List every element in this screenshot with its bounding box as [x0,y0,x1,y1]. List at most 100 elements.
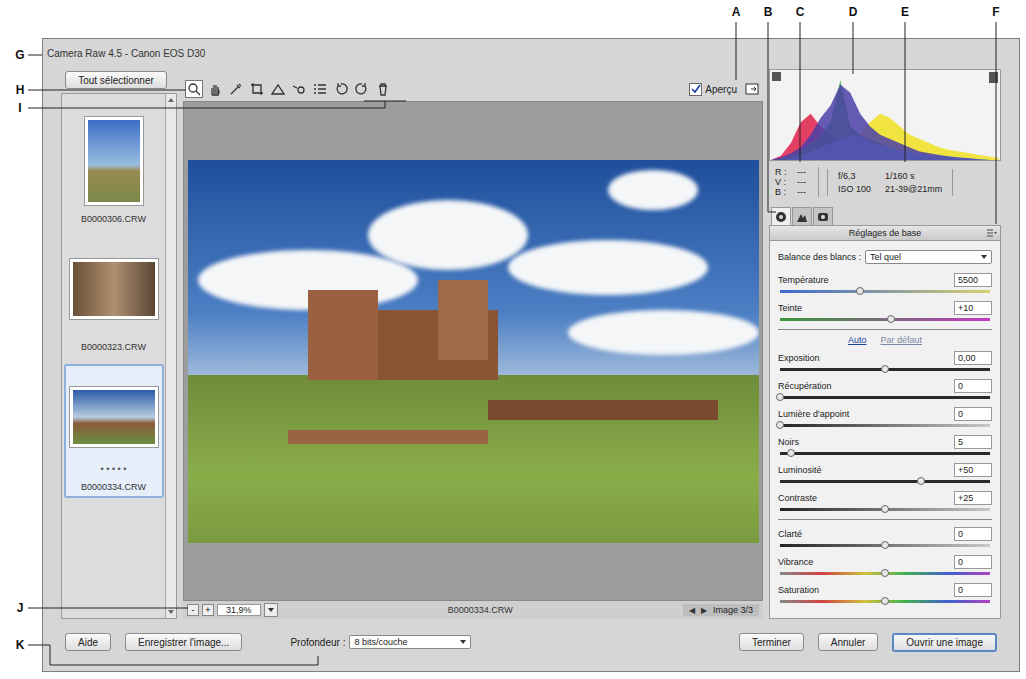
slider-value[interactable]: 0 [954,527,992,541]
slider-track[interactable] [780,572,990,575]
scrollbar[interactable] [165,94,176,618]
tool-button[interactable] [269,80,287,98]
select-all-button[interactable]: Tout sélectionner [65,71,167,89]
eyedropper-icon[interactable] [229,82,243,96]
depth-dropdown[interactable]: 8 bits/couche [349,635,471,649]
slider-value[interactable]: +25 [954,491,992,505]
open-image-button[interactable]: Ouvrir une image [892,633,997,652]
slider-value[interactable]: 5 [954,435,992,449]
thumbnail[interactable] [70,259,158,319]
thumbnail[interactable] [85,117,143,205]
tool-button[interactable] [374,80,392,98]
tool-button[interactable] [248,80,266,98]
zoom-out-button[interactable]: - [187,604,199,616]
slider-thumb[interactable] [881,569,889,577]
slider-thumb[interactable] [776,393,784,401]
panel-tab[interactable] [813,207,833,225]
default-link[interactable]: Par défaut [880,335,922,345]
panel-menu-icon[interactable] [987,229,997,237]
slider-row: Récupération0 [778,375,992,403]
tool-button[interactable] [206,80,224,98]
slider-row: Contraste+25 [778,487,992,515]
callout: A [732,5,741,80]
zoom-field[interactable]: 31,9% [217,604,261,616]
slider-track[interactable] [780,508,990,511]
zoom-dropdown[interactable] [264,603,278,617]
slider-value[interactable]: 0,00 [954,351,992,365]
next-button[interactable]: ▶ [701,606,707,615]
tool-button[interactable] [353,80,371,98]
slider-track[interactable] [780,368,990,371]
scroll-up-icon[interactable] [168,98,174,102]
tool-button[interactable] [227,80,245,98]
panel-tab[interactable] [771,207,791,225]
slider-value[interactable]: 0 [954,379,992,393]
white-balance-dropdown[interactable]: Tel quel [865,250,992,264]
slider-value[interactable]: 0 [954,555,992,569]
slider-track[interactable] [780,318,990,321]
filmstrip-item[interactable]: • • • • • B0000334.CRW [64,364,164,498]
slider-thumb[interactable] [881,541,889,549]
preview-label[interactable]: Aperçu [705,84,737,95]
tool-button[interactable] [332,80,350,98]
slider-track[interactable] [780,424,990,427]
preview-checkbox[interactable]: Aperçu [689,83,737,96]
slider-value[interactable]: +10 [954,301,992,315]
thumbnail[interactable] [70,387,158,447]
tone-curve-icon[interactable] [796,211,808,223]
slider-thumb[interactable] [787,449,795,457]
save-image-button[interactable]: Enregistrer l'image... [125,633,242,651]
panel-tab[interactable] [792,207,812,225]
rotate-right-icon[interactable] [355,82,369,96]
detail-icon[interactable] [817,211,829,223]
fullscreen-icon[interactable] [745,82,759,96]
cancel-button[interactable]: Annuler [818,633,878,651]
auto-link[interactable]: Auto [848,335,867,345]
zoom-in-button[interactable]: + [202,604,214,616]
retouch-icon[interactable] [292,82,306,96]
trash-icon[interactable] [376,82,390,96]
tool-button[interactable] [290,80,308,98]
done-button[interactable]: Terminer [739,633,804,651]
highlight-clipping-icon[interactable] [989,72,998,83]
tool-button[interactable] [185,80,203,98]
callout-label: G [15,48,24,62]
scroll-down-icon[interactable] [168,610,174,614]
slider-value[interactable]: 0 [954,583,992,597]
slider-thumb[interactable] [881,365,889,373]
slider-value[interactable]: 5500 [954,273,992,287]
callout-line [736,22,737,80]
hand-icon[interactable] [208,82,222,96]
list-icon[interactable] [313,82,327,96]
slider-thumb[interactable] [887,315,895,323]
slider-track[interactable] [780,452,990,455]
filmstrip-item[interactable]: B0000306.CRW [64,108,164,230]
callout: E [901,5,909,162]
slider-track[interactable] [780,600,990,603]
slider-track[interactable] [780,396,990,399]
slider-value[interactable]: +50 [954,463,992,477]
slider-label: Température [778,275,829,285]
slider-track[interactable] [780,480,990,483]
slider-thumb[interactable] [856,287,864,295]
filmstrip-item[interactable]: B0000323.CRW [64,236,164,358]
crop-icon[interactable] [250,82,264,96]
rating[interactable]: • • • • • [101,464,127,474]
help-button[interactable]: Aide [65,633,111,651]
slider-thumb[interactable] [881,597,889,605]
slider-thumb[interactable] [917,477,925,485]
slider-track[interactable] [780,544,990,547]
zoom-icon[interactable] [187,82,201,96]
tool-button[interactable] [311,80,329,98]
slider-thumb[interactable] [776,421,784,429]
aperture-icon[interactable] [775,211,787,223]
checkbox[interactable] [689,83,702,96]
rotate-left-icon[interactable] [334,82,348,96]
slider-value[interactable]: 0 [954,407,992,421]
slider-row: Température 5500 [778,269,992,297]
slider-thumb[interactable] [881,505,889,513]
shadow-clipping-icon[interactable] [772,72,781,81]
previous-button[interactable]: ◀ [689,606,695,615]
straighten-icon[interactable] [271,82,285,96]
slider-track[interactable] [780,290,990,293]
